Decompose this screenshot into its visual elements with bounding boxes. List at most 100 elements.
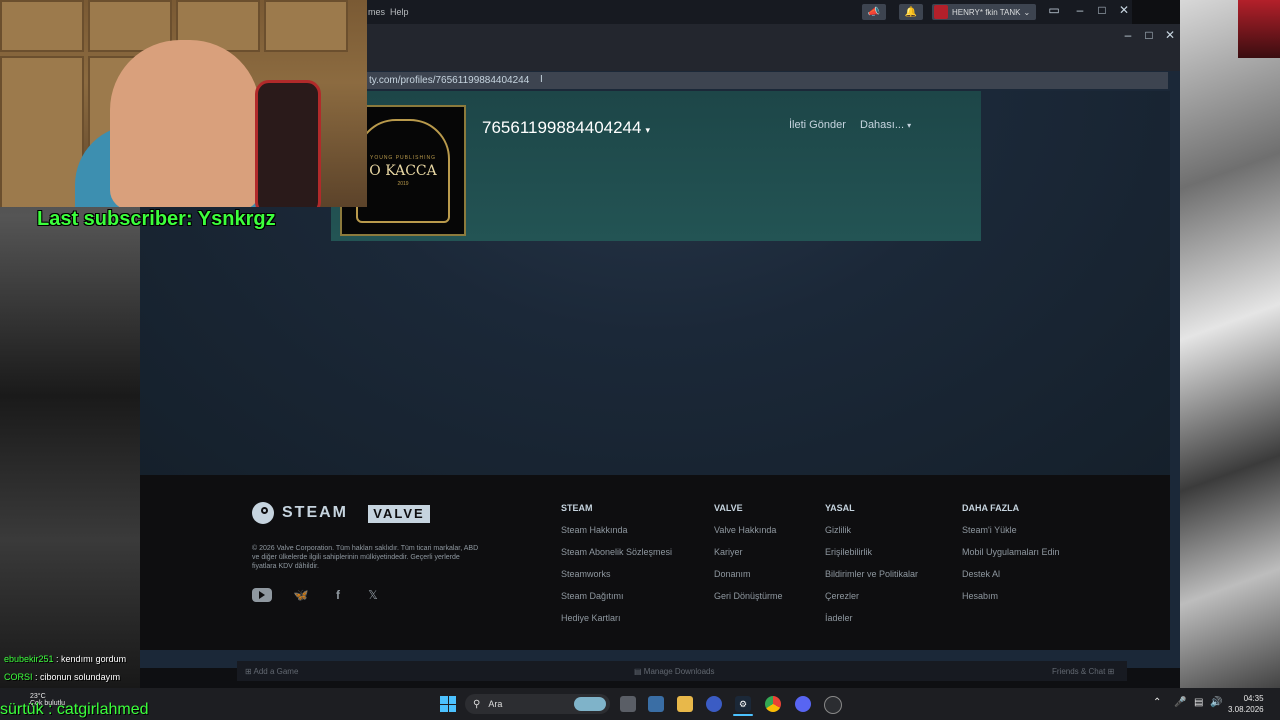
chat-icon: ⊞ xyxy=(1105,667,1115,676)
footer-link[interactable]: Donanım xyxy=(714,569,751,579)
megaphone-icon: 📣 xyxy=(867,6,881,18)
search-label: Ara xyxy=(488,699,503,709)
app-icon[interactable] xyxy=(706,696,722,712)
menu-games-fragment[interactable]: mes xyxy=(368,7,385,17)
caret-down-icon: ▾ xyxy=(645,125,650,135)
chrome-icon[interactable] xyxy=(765,696,781,712)
x-icon[interactable]: 𝕏 xyxy=(363,588,383,602)
network-icon[interactable]: ▤ xyxy=(1194,697,1203,708)
browser-maximize-icon[interactable]: □ xyxy=(1140,28,1158,42)
browser-titlebar xyxy=(367,24,1180,71)
last-subscriber-alert: Last subscriber: Ysnkrgz xyxy=(37,208,276,230)
footer-link[interactable]: Valve Hakkında xyxy=(714,525,776,535)
announcements-button[interactable]: 📣 xyxy=(862,4,886,20)
footer-heading-steam: STEAM xyxy=(561,503,593,513)
chat-text: : kendımı gordum xyxy=(53,654,127,664)
clock-date: 3.08.2026 xyxy=(1228,705,1264,714)
footer-link[interactable]: İadeler xyxy=(825,613,853,623)
browser-minimize-icon[interactable]: – xyxy=(1119,28,1137,42)
search-icon: ⚲ xyxy=(473,698,481,710)
footer-link[interactable]: Steam Dağıtımı xyxy=(561,591,624,601)
text-cursor-icon: I xyxy=(540,74,543,85)
chat-nick: ebubekir251 xyxy=(4,654,54,664)
chat-message: CORSI : cibonun solundayım xyxy=(4,672,120,682)
overlay-name: sürtük : catgirlahmed xyxy=(0,701,149,718)
browser-close-icon[interactable]: ✕ xyxy=(1161,28,1179,42)
manage-downloads-label: Manage Downloads xyxy=(643,667,715,676)
windows-taskbar xyxy=(0,688,1280,720)
chat-message: ebubekir251 : kendımı gordum xyxy=(4,654,126,664)
footer-link[interactable]: Mobil Uygulamaları Edin xyxy=(962,547,1060,557)
manage-downloads-button[interactable]: ▤ Manage Downloads xyxy=(634,667,715,676)
footer-heading-more: DAHA FAZLA xyxy=(962,503,1020,513)
facebook-icon[interactable]: f xyxy=(328,588,348,602)
footer-link[interactable]: Destek Al xyxy=(962,569,1000,579)
footer-link[interactable]: Hesabım xyxy=(962,591,998,601)
avatar-title: O KACCA xyxy=(369,162,437,179)
gaming-chair xyxy=(255,80,321,207)
profile-name[interactable]: 76561199884404244 ▾ xyxy=(482,118,650,138)
more-dropdown[interactable]: Dahası... ▾ xyxy=(860,119,911,131)
minimize-icon[interactable]: – xyxy=(1071,3,1089,17)
task-view-icon[interactable] xyxy=(620,696,636,712)
url-bar[interactable]: ty.com/profiles/76561199884404244 xyxy=(367,72,1168,89)
footer-heading-valve: VALVE xyxy=(714,503,743,513)
calculator-icon[interactable] xyxy=(648,696,664,712)
corner-thumbnail xyxy=(1238,0,1280,58)
copyright-text: © 2026 Valve Corporation. Tüm hakları sa… xyxy=(252,545,479,570)
big-picture-icon[interactable]: ▭ xyxy=(1045,3,1063,17)
account-name: HENRY* fkin TANK xyxy=(952,7,1021,17)
youtube-icon[interactable] xyxy=(252,588,272,602)
chat-nick: CORSI xyxy=(4,672,33,682)
notifications-button[interactable]: 🔔 xyxy=(899,4,923,20)
search-highlight-icon xyxy=(574,697,606,711)
footer-link[interactable]: Hediye Kartları xyxy=(561,613,621,623)
steam-bottom-bar: ⊞ Add a Game ▤ Manage Downloads Friends … xyxy=(237,661,1127,681)
stream-background-right xyxy=(1180,0,1280,720)
steam-wordmark: STEAM xyxy=(282,504,348,521)
discord-icon[interactable] xyxy=(795,696,811,712)
bell-icon: 🔔 xyxy=(904,6,918,18)
app-icon[interactable] xyxy=(824,696,842,714)
file-explorer-icon[interactable] xyxy=(677,696,693,712)
footer-link[interactable]: Steam'i Yükle xyxy=(962,525,1017,535)
close-icon[interactable]: ✕ xyxy=(1115,3,1133,17)
footer-link[interactable]: Steam Abonelik Sözleşmesi xyxy=(561,547,672,557)
steam-logo[interactable]: STEAM xyxy=(252,502,348,524)
profile-name-text: 76561199884404244 xyxy=(482,118,642,137)
account-menu[interactable]: HENRY* fkin TANK ⌄ xyxy=(932,4,1036,20)
friends-chat-label: Friends & Chat xyxy=(1052,667,1106,676)
maximize-icon[interactable]: □ xyxy=(1093,3,1111,17)
footer-link[interactable]: Çerezler xyxy=(825,591,859,601)
steam-icon xyxy=(252,502,274,524)
weather-temperature: 23°C xyxy=(30,693,46,700)
footer-link[interactable]: Gizlilik xyxy=(825,525,851,535)
chat-text: : cibonun solundayım xyxy=(32,672,121,682)
chevron-up-icon[interactable]: ⌃ xyxy=(1153,697,1161,708)
taskbar-clock[interactable]: 04:35 3.08.2026 xyxy=(1228,693,1264,715)
webcam-overlay xyxy=(0,0,367,207)
footer-link[interactable]: Erişilebilirlik xyxy=(825,547,872,557)
steam-taskbar-icon[interactable]: ⚙ xyxy=(735,696,751,712)
footer-link[interactable]: Geri Dönüştürme xyxy=(714,591,783,601)
valve-logo[interactable]: VALVE xyxy=(368,505,430,523)
caret-down-icon: ▾ xyxy=(907,121,912,130)
footer-link[interactable]: Steamworks xyxy=(561,569,611,579)
bluesky-icon[interactable]: 🦋 xyxy=(291,588,311,602)
footer-link[interactable]: Bildirimler ve Politikalar xyxy=(825,569,918,579)
footer-link[interactable]: Steam Hakkında xyxy=(561,525,628,535)
footer-heading-legal: YASAL xyxy=(825,503,855,513)
microphone-icon[interactable]: 🎤 xyxy=(1174,697,1186,708)
friends-chat-button[interactable]: Friends & Chat ⊞ xyxy=(1052,667,1114,676)
taskbar-search[interactable]: ⚲ Ara xyxy=(465,694,610,714)
menu-help[interactable]: Help xyxy=(390,7,409,17)
start-button[interactable] xyxy=(440,696,456,712)
avatar-caption: YOUNG PUBLISHING xyxy=(369,154,436,161)
clock-time: 04:35 xyxy=(1243,694,1264,703)
add-game-button[interactable]: ⊞ Add a Game xyxy=(245,667,298,676)
streamer xyxy=(110,40,260,207)
volume-icon[interactable]: 🔊 xyxy=(1210,697,1222,708)
send-message-button[interactable]: İleti Gönder xyxy=(789,119,846,131)
avatar-year: 2019 xyxy=(397,180,409,187)
footer-link[interactable]: Kariyer xyxy=(714,547,743,557)
